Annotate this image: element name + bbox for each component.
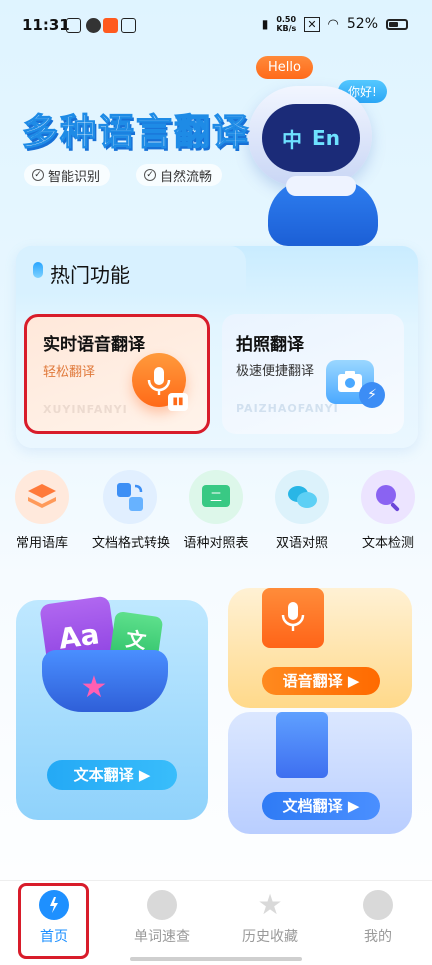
status-right: ▮ 0.50 KB/s ✕ ◠ 52% [262,15,408,33]
language-table-icon: 二 [189,470,243,524]
nav-item-word-lookup[interactable]: 单词速查 [122,890,202,946]
star-icon: ★ [80,670,108,705]
wifi-icon: ◠ [327,16,339,32]
app-notification-icon-2 [121,18,136,33]
play-icon: ▶ [138,766,151,784]
robot-collar [286,176,356,196]
nav-item-mine[interactable]: 我的 [338,890,418,946]
robot-face-left: 中 [282,127,303,152]
doc-translate-button[interactable]: 文档翻译 ▶ [262,792,380,820]
tool-label: 文档格式转换 [92,536,171,551]
home-highlight-box [18,883,89,959]
lightning-icon: ⚡ [359,382,385,408]
nav-label: 我的 [364,929,392,945]
button-label: 文档翻译 [282,797,343,815]
tool-label: 双语对照 [275,536,328,551]
status-time: 11:31 [22,16,70,34]
check-icon: ✓ [32,169,44,181]
magnifier-icon [361,470,415,524]
hero-title: 多种语言翻译 [21,111,251,153]
tool-text-detect[interactable]: 文本检测 [350,470,426,551]
hot-functions-title: 热门功能 [50,263,130,287]
soundwave-icon: ▮▮ [168,393,188,411]
sim-icon: ✕ [304,16,320,32]
card-title: 拍照翻译 [236,335,304,355]
robot-face-right: En [312,126,340,150]
document-convert-icon [103,470,157,524]
net-speed-value: 0.50 [276,15,297,24]
nav-label: 单词速查 [134,929,190,945]
check-icon: ✓ [144,169,156,181]
notification-icon [66,18,81,33]
photo-translate-card[interactable]: 拍照翻译 极速便捷翻译 PAIZHAOFANYI [222,314,404,434]
card-title: 实时语音翻译 [43,335,145,355]
feature-label: 自然流畅 [160,169,213,185]
net-speed-unit: KB/s [276,24,297,33]
tool-language-table[interactable]: 二 语种对照表 [178,470,254,551]
robot-face: 中 En [262,104,360,172]
card-subtitle: 极速便捷翻译 [236,364,315,379]
button-label: 文本翻译 [73,766,134,784]
stack-layers-icon [15,470,69,524]
section-marker-icon [33,262,43,278]
status-bar: 11:31 ▮ 0.50 KB/s ✕ ◠ 52% [0,0,432,52]
play-icon: ▶ [347,797,360,815]
gesture-bar [130,957,302,961]
nav-label: 历史收藏 [242,929,298,945]
profile-icon [363,890,393,920]
tool-doc-convert[interactable]: 文档格式转换 [92,470,171,551]
card-subtitle: 轻松翻译 [43,365,96,380]
text-translate-button[interactable]: 文本翻译 ▶ [47,760,177,790]
voice-translate-button[interactable]: 语音翻译 ▶ [262,667,380,695]
card-watermark: PAIZHAOFANYI [236,402,339,415]
card-watermark: XUYINFANYI [43,403,128,416]
microphone-icon [262,588,324,648]
svg-text:二: 二 [210,490,222,504]
play-icon: ▶ [347,672,360,690]
tool-common-phrases[interactable]: 常用语库 [4,470,80,551]
tool-label: 文本检测 [361,536,414,551]
app-notification-icon [86,18,101,33]
battery-percent: 52% [346,16,378,32]
net-speed: 0.50 KB/s [276,15,296,33]
search-icon [147,890,177,920]
tool-label: 语种对照表 [183,536,249,551]
vibrate-icon: ▮ [261,17,269,31]
hello-bubble: Hello [256,56,313,79]
feature-pill-natural: ✓ 自然流畅 [136,164,223,186]
document-folder-icon [276,712,328,778]
tool-bilingual[interactable]: 双语对照 [264,470,340,551]
button-label: 语音翻译 [282,672,343,690]
app-badge-icon [103,18,118,33]
battery-icon [386,18,408,30]
feature-pill-smart: ✓ 智能识别 [24,164,111,186]
nav-item-history[interactable]: ★ 历史收藏 [230,890,310,946]
star-icon: ★ [257,888,283,921]
chat-bubbles-icon [275,470,329,524]
tool-label: 常用语库 [15,536,68,551]
feature-label: 智能识别 [48,169,101,185]
